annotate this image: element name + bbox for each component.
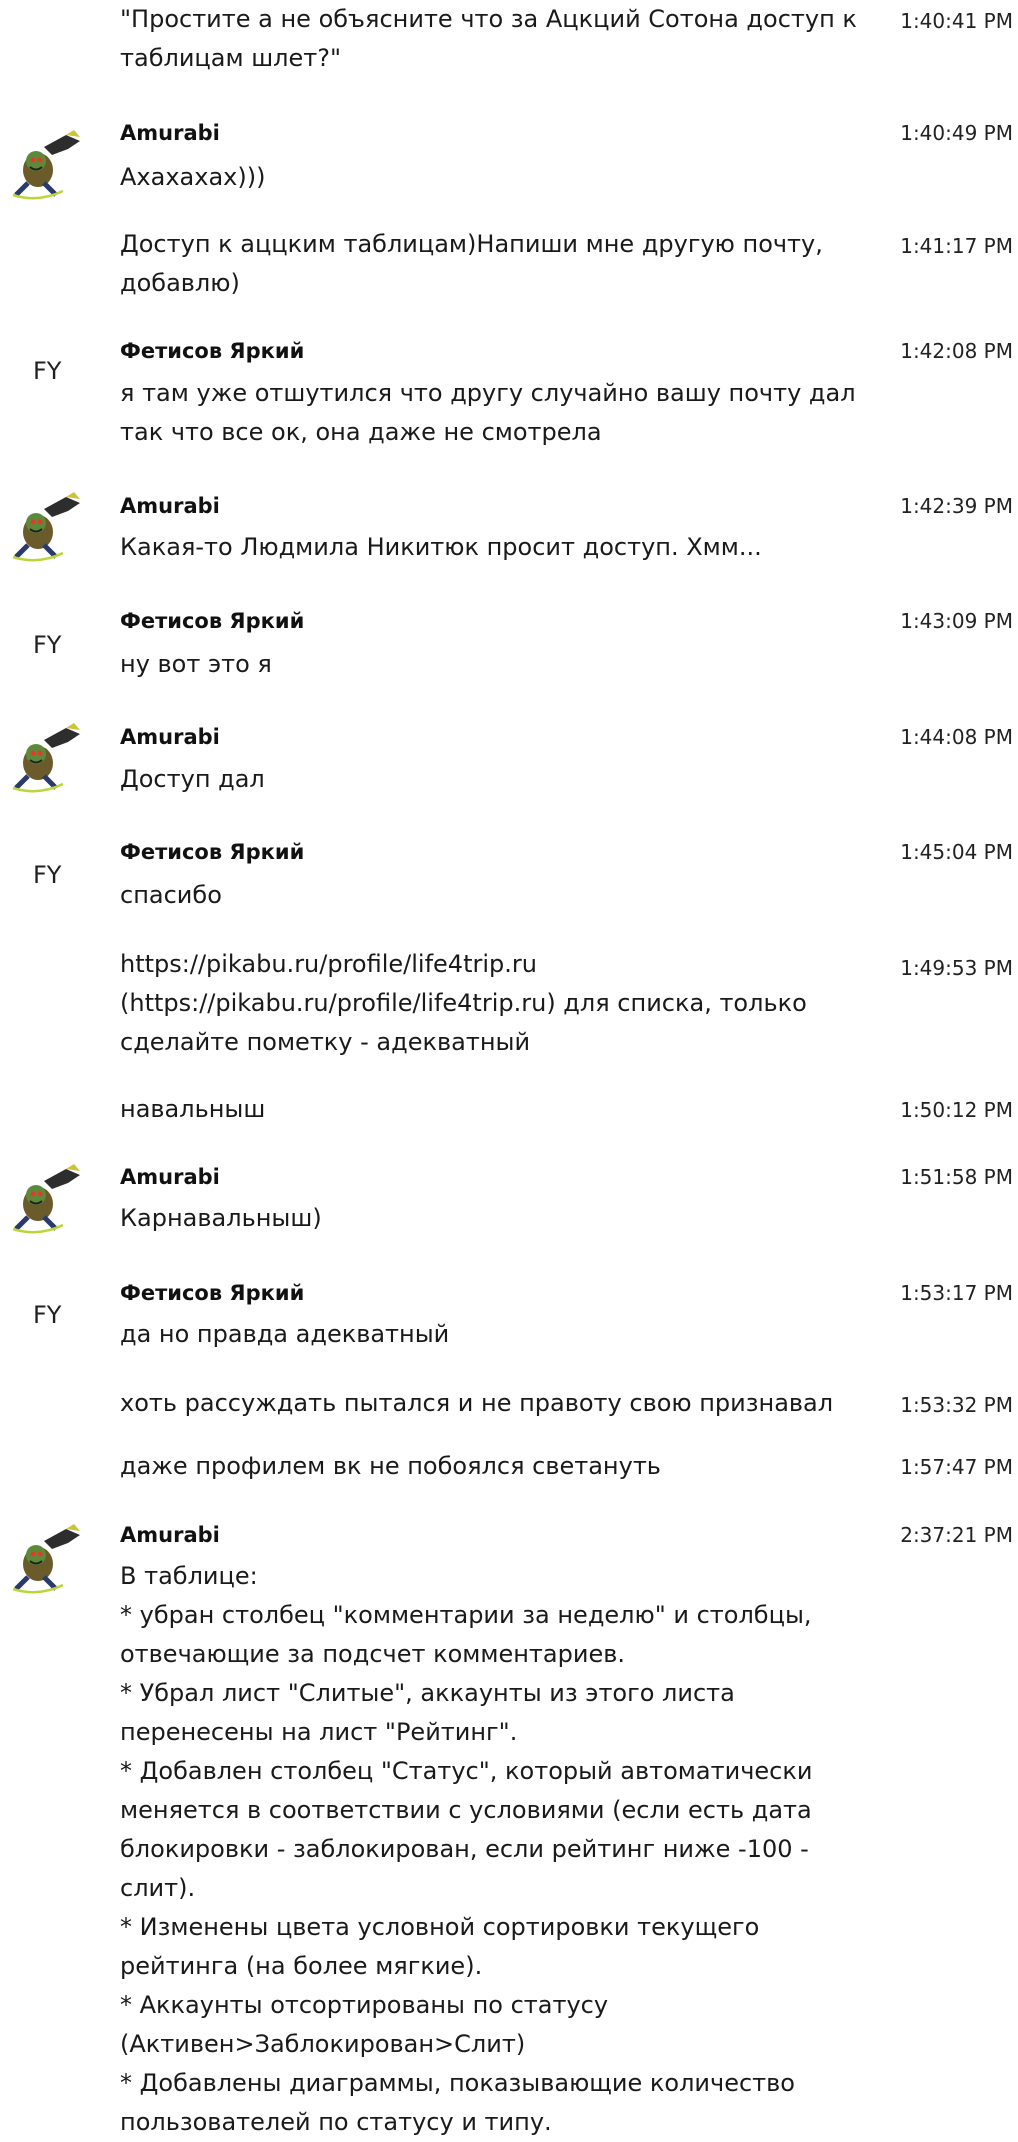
message-text: В таблице: * убран столбец "комментарии … <box>120 1562 813 2136</box>
message-text: Какая-то Людмила Никитюк просит доступ. … <box>120 533 762 561</box>
message-text: Ахахахах))) <box>120 163 266 191</box>
avatar-initials[interactable]: FY <box>33 861 61 889</box>
message-timestamp: 1:40:49 PM <box>900 121 1013 145</box>
avatar-initials[interactable]: FY <box>33 357 61 385</box>
goblin-avatar-icon[interactable] <box>8 1519 84 1595</box>
message-text: я там уже отшутился что другу случайно в… <box>120 379 856 446</box>
message-timestamp: 1:45:04 PM <box>900 840 1013 864</box>
message-text: "Простите а не объясните что за Ацкций С… <box>120 5 857 72</box>
goblin-avatar-icon[interactable] <box>8 718 84 794</box>
message-author: Amurabi <box>120 725 220 749</box>
message-author: Фетисов Яркий <box>120 339 305 363</box>
message-timestamp: 1:49:53 PM <box>900 956 1013 980</box>
message-text: Доступ дал <box>120 765 265 793</box>
message-text: https://pikabu.ru/profile/life4trip.ru (… <box>120 950 807 1056</box>
message-text: Карнавальныш) <box>120 1204 322 1232</box>
message-text: навальныш <box>120 1095 266 1123</box>
message-text: Доступ к аццким таблицам)Напиши мне друг… <box>120 230 823 297</box>
message-timestamp: 1:44:08 PM <box>900 725 1013 749</box>
message-timestamp: 1:41:17 PM <box>900 234 1013 258</box>
message-text: даже профилем вк не побоялся светануть <box>120 1452 661 1480</box>
message-timestamp: 1:40:41 PM <box>900 9 1013 33</box>
message-author: Amurabi <box>120 1165 220 1189</box>
message-timestamp: 1:42:39 PM <box>900 494 1013 518</box>
message-author: Amurabi <box>120 1523 220 1547</box>
message-text: спасибо <box>120 881 222 909</box>
message-author: Фетисов Яркий <box>120 840 305 864</box>
message-text: хоть рассуждать пытался и не правоту сво… <box>120 1389 834 1417</box>
message-timestamp: 1:51:58 PM <box>900 1165 1013 1189</box>
message-author: Фетисов Яркий <box>120 1281 305 1305</box>
avatar-initials[interactable]: FY <box>33 1301 61 1329</box>
message-author: Amurabi <box>120 121 220 145</box>
goblin-avatar-icon[interactable] <box>8 125 84 201</box>
message-author: Amurabi <box>120 494 220 518</box>
message-author: Фетисов Яркий <box>120 609 305 633</box>
goblin-avatar-icon[interactable] <box>8 1159 84 1235</box>
message-timestamp: 1:53:32 PM <box>900 1393 1013 1417</box>
goblin-avatar-icon[interactable] <box>8 487 84 563</box>
message-timestamp: 1:50:12 PM <box>900 1098 1013 1122</box>
message-timestamp: 1:57:47 PM <box>900 1455 1013 1479</box>
message-timestamp: 1:53:17 PM <box>900 1281 1013 1305</box>
message-text: да но правда адекватный <box>120 1320 450 1348</box>
message-timestamp: 1:42:08 PM <box>900 339 1013 363</box>
message-text: ну вот это я <box>120 650 272 678</box>
message-timestamp: 2:37:21 PM <box>900 1523 1013 1547</box>
message-timestamp: 1:43:09 PM <box>900 609 1013 633</box>
avatar-initials[interactable]: FY <box>33 631 61 659</box>
